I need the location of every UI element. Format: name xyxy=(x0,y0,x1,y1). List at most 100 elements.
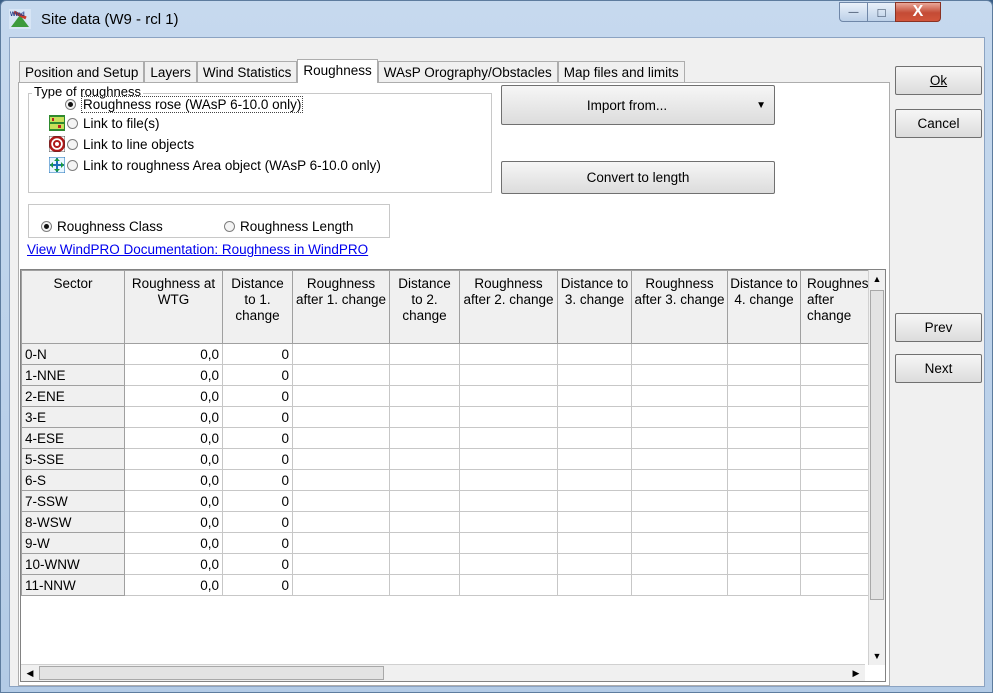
empty-cell[interactable] xyxy=(631,427,728,449)
scroll-down-icon[interactable]: ▼ xyxy=(869,648,885,664)
next-button[interactable]: Next xyxy=(895,354,982,383)
title-bar[interactable]: Wind Site data (W9 - rcl 1) — □ X xyxy=(1,1,992,37)
empty-cell[interactable] xyxy=(631,364,728,386)
empty-cell[interactable] xyxy=(389,469,460,491)
empty-cell[interactable] xyxy=(557,490,632,512)
radio-selected-icon[interactable] xyxy=(65,99,76,110)
empty-cell[interactable] xyxy=(292,574,390,596)
option-roughness-length[interactable]: Roughness Length xyxy=(224,219,353,234)
empty-cell[interactable] xyxy=(727,385,801,407)
distance-cell[interactable]: 0 xyxy=(222,448,293,470)
empty-cell[interactable] xyxy=(799,343,878,365)
empty-cell[interactable] xyxy=(557,553,632,575)
sector-cell[interactable]: 0-N xyxy=(21,343,125,365)
empty-cell[interactable] xyxy=(727,448,801,470)
empty-cell[interactable] xyxy=(631,406,728,428)
scroll-right-icon[interactable]: ▶ xyxy=(848,665,864,681)
empty-cell[interactable] xyxy=(459,574,558,596)
empty-cell[interactable] xyxy=(459,553,558,575)
sector-cell[interactable]: 9-W xyxy=(21,532,125,554)
tab-wind-statistics[interactable]: Wind Statistics xyxy=(196,61,298,83)
empty-cell[interactable] xyxy=(557,532,632,554)
sector-cell[interactable]: 3-E xyxy=(21,406,125,428)
distance-cell[interactable]: 0 xyxy=(222,427,293,449)
empty-cell[interactable] xyxy=(459,343,558,365)
empty-cell[interactable] xyxy=(799,532,878,554)
empty-cell[interactable] xyxy=(389,511,460,533)
roughness-at-wtg-cell[interactable]: 0,0 xyxy=(124,574,223,596)
cancel-button[interactable]: Cancel xyxy=(895,109,982,138)
empty-cell[interactable] xyxy=(389,343,460,365)
scroll-up-icon[interactable]: ▲ xyxy=(869,271,885,287)
empty-cell[interactable] xyxy=(459,427,558,449)
horizontal-scrollbar[interactable]: ◀ ▶ xyxy=(21,664,865,681)
sector-cell[interactable]: 5-SSE xyxy=(21,448,125,470)
column-header[interactable]: Distance to 4. change xyxy=(727,270,801,344)
empty-cell[interactable] xyxy=(459,385,558,407)
empty-cell[interactable] xyxy=(459,511,558,533)
empty-cell[interactable] xyxy=(389,553,460,575)
empty-cell[interactable] xyxy=(557,448,632,470)
empty-cell[interactable] xyxy=(292,490,390,512)
roughness-at-wtg-cell[interactable]: 0,0 xyxy=(124,553,223,575)
option-link-to-roughness-area[interactable]: Link to roughness Area object (WAsP 6-10… xyxy=(49,157,381,173)
distance-cell[interactable]: 0 xyxy=(222,532,293,554)
column-header[interactable]: Distance to 2. change xyxy=(389,270,460,344)
empty-cell[interactable] xyxy=(727,469,801,491)
empty-cell[interactable] xyxy=(727,511,801,533)
empty-cell[interactable] xyxy=(557,469,632,491)
empty-cell[interactable] xyxy=(799,448,878,470)
empty-cell[interactable] xyxy=(389,448,460,470)
close-button[interactable]: X xyxy=(895,2,941,22)
radio-icon[interactable] xyxy=(224,221,235,232)
distance-cell[interactable]: 0 xyxy=(222,406,293,428)
radio-icon[interactable] xyxy=(67,117,78,129)
empty-cell[interactable] xyxy=(631,574,728,596)
roughness-at-wtg-cell[interactable]: 0,0 xyxy=(124,490,223,512)
minimize-button[interactable]: — xyxy=(839,2,868,22)
empty-cell[interactable] xyxy=(292,553,390,575)
empty-cell[interactable] xyxy=(631,553,728,575)
column-header[interactable]: Roughness after 1. change xyxy=(292,270,390,344)
empty-cell[interactable] xyxy=(459,532,558,554)
empty-cell[interactable] xyxy=(631,448,728,470)
empty-cell[interactable] xyxy=(292,364,390,386)
column-header[interactable]: Sector xyxy=(21,270,125,344)
empty-cell[interactable] xyxy=(727,532,801,554)
empty-cell[interactable] xyxy=(292,469,390,491)
empty-cell[interactable] xyxy=(557,364,632,386)
empty-cell[interactable] xyxy=(631,490,728,512)
maximize-button[interactable]: □ xyxy=(867,2,896,22)
vertical-scrollbar[interactable]: ▲ ▼ xyxy=(868,270,885,665)
empty-cell[interactable] xyxy=(389,364,460,386)
distance-cell[interactable]: 0 xyxy=(222,469,293,491)
column-header[interactable]: Roughness after change xyxy=(799,270,878,344)
empty-cell[interactable] xyxy=(799,490,878,512)
radio-icon[interactable] xyxy=(67,159,78,171)
tab-roughness[interactable]: Roughness xyxy=(297,59,378,83)
sector-cell[interactable]: 1-NNE xyxy=(21,364,125,386)
distance-cell[interactable]: 0 xyxy=(222,385,293,407)
empty-cell[interactable] xyxy=(292,343,390,365)
empty-cell[interactable] xyxy=(459,364,558,386)
import-from-dropdown[interactable]: Import from... ▼ xyxy=(501,85,775,125)
option-link-to-line-objects[interactable]: Link to line objects xyxy=(49,136,194,152)
empty-cell[interactable] xyxy=(459,448,558,470)
empty-cell[interactable] xyxy=(389,574,460,596)
empty-cell[interactable] xyxy=(389,406,460,428)
distance-cell[interactable]: 0 xyxy=(222,574,293,596)
tab-wasp-orography-obstacles[interactable]: WAsP Orography/Obstacles xyxy=(377,61,558,83)
option-roughness-rose[interactable]: Roughness rose (WAsP 6-10.0 only) xyxy=(65,96,304,113)
distance-cell[interactable]: 0 xyxy=(222,364,293,386)
vertical-scroll-thumb[interactable] xyxy=(870,290,884,600)
empty-cell[interactable] xyxy=(727,574,801,596)
empty-cell[interactable] xyxy=(292,532,390,554)
tab-map-files-and-limits[interactable]: Map files and limits xyxy=(557,61,685,83)
empty-cell[interactable] xyxy=(799,406,878,428)
radio-selected-icon[interactable] xyxy=(41,221,52,232)
empty-cell[interactable] xyxy=(389,427,460,449)
empty-cell[interactable] xyxy=(389,385,460,407)
sector-cell[interactable]: 10-WNW xyxy=(21,553,125,575)
roughness-at-wtg-cell[interactable]: 0,0 xyxy=(124,448,223,470)
column-header[interactable]: Roughness after 3. change xyxy=(631,270,728,344)
